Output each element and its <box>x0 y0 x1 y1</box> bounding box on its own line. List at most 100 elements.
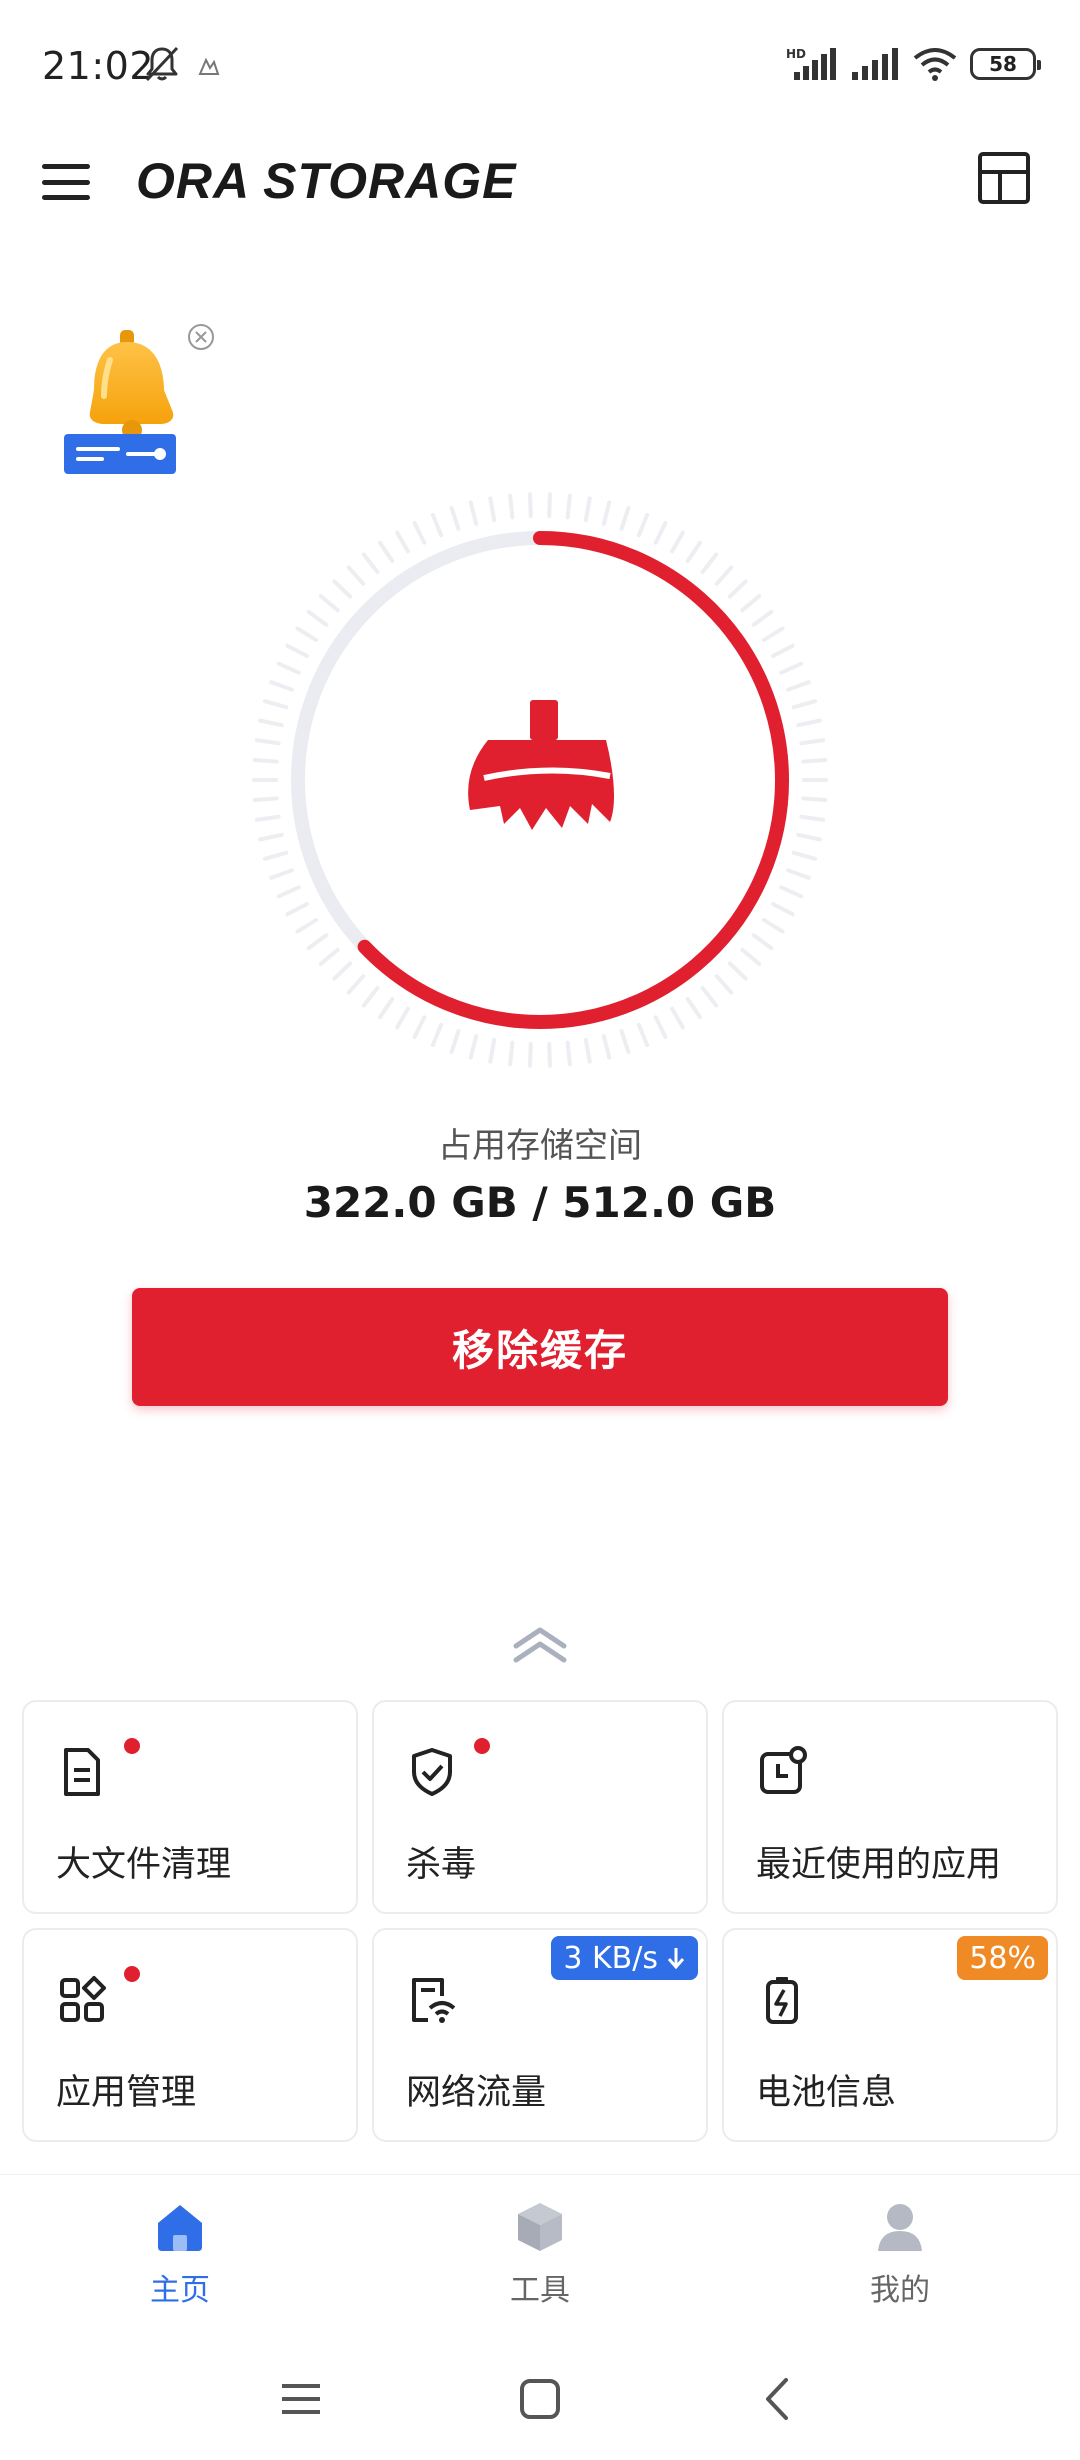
svg-text:HD: HD <box>786 47 806 61</box>
gauge-tick <box>346 565 366 586</box>
gauge-tick <box>528 1041 533 1068</box>
signal-icon <box>852 48 898 80</box>
gauge-tick <box>779 885 804 899</box>
tool-card-large-files[interactable]: 大文件清理 <box>22 1700 358 1914</box>
gauge-tick <box>254 738 281 746</box>
gauge-tick <box>318 594 340 613</box>
menu-icon-bar <box>42 179 90 185</box>
gauge-tick <box>430 512 444 538</box>
wifi-icon <box>913 48 957 81</box>
gauge-tick <box>254 814 281 822</box>
gauge-tick <box>488 496 497 523</box>
gauge-tick <box>714 565 734 586</box>
gauge-tick <box>252 758 279 764</box>
back-icon[interactable] <box>754 2374 804 2424</box>
gauge-tick <box>395 530 410 554</box>
gauge-tick <box>786 680 811 692</box>
gauge-tick <box>751 933 774 951</box>
gauge-tick <box>449 1029 461 1055</box>
gauge-tick <box>786 868 811 880</box>
tool-card-antivirus[interactable]: 杀毒 <box>372 1700 708 1914</box>
gauge-tick <box>799 738 826 746</box>
gauge-tick <box>263 699 289 710</box>
gauge-tick <box>346 974 366 995</box>
tool-label: 最近使用的应用 <box>756 1845 1002 1885</box>
speed-badge: 3 KB/s <box>551 1936 698 1980</box>
gauge-tick <box>700 986 719 1008</box>
status-time: 21:02 <box>42 44 155 88</box>
shield-check-icon <box>412 1748 452 1796</box>
gauge-tick <box>601 500 612 526</box>
gauge-tick <box>636 512 650 538</box>
tool-card-recent-apps[interactable]: 最近使用的应用 <box>722 1700 1058 1914</box>
profile-icon <box>878 2204 922 2251</box>
storage-gauge <box>252 492 828 1068</box>
nav-item-tools[interactable]: 工具 <box>360 2175 720 2324</box>
gauge-tick <box>761 626 785 643</box>
gauge-tick <box>740 947 762 966</box>
battery-charge-icon <box>766 1977 798 2024</box>
tool-card-app-management[interactable]: 应用管理 <box>22 1928 358 2142</box>
gauge-tick <box>583 496 592 523</box>
gauge-tick <box>801 758 828 764</box>
gauge-tick <box>332 579 353 599</box>
storage-label: 占用存储空间 <box>438 1126 642 1166</box>
home-icon <box>158 2205 202 2251</box>
gauge-tick <box>653 1015 668 1040</box>
tool-label: 大文件清理 <box>56 1845 232 1885</box>
gauge-tick <box>306 933 329 951</box>
gauge-tick <box>791 699 817 710</box>
gauge-tick <box>771 643 795 659</box>
gauge-tick <box>430 1022 444 1048</box>
bottom-nav: 主页 工具 我的 <box>0 2174 1080 2324</box>
notification-dot <box>124 1738 140 1754</box>
home-square-icon[interactable] <box>515 2374 565 2424</box>
gauge-tick <box>601 1034 612 1060</box>
muted-bell-icon <box>145 46 179 82</box>
storage-value: 322.0 GB / 512.0 GB <box>303 1178 777 1227</box>
status-bar: 21:02 HD 58 <box>0 0 1080 130</box>
menu-icon-bar <box>42 195 90 200</box>
menu-button[interactable] <box>40 156 92 208</box>
network-traffic-icon <box>412 1978 456 2023</box>
gauge-tick <box>318 947 340 966</box>
gauge-tick <box>508 1040 515 1067</box>
gauge-tick <box>285 901 309 917</box>
menu-icon-bar <box>42 164 90 169</box>
layout-icon[interactable] <box>976 150 1032 206</box>
gauge-tick <box>361 552 380 574</box>
gauge-tick <box>685 996 702 1020</box>
tool-label: 杀毒 <box>406 1845 477 1885</box>
nav-item-profile[interactable]: 我的 <box>720 2175 1080 2324</box>
gauge-tick <box>295 917 319 934</box>
gauge-tick <box>727 579 748 599</box>
gauge-tick <box>700 552 719 574</box>
arrow-down-icon <box>667 1948 685 1970</box>
recent-clock-icon <box>760 1746 807 1794</box>
recents-menu-icon[interactable] <box>276 2374 326 2424</box>
tools-box-icon <box>518 2203 562 2251</box>
tool-card-battery-info[interactable]: 58% 电池信息 <box>722 1928 1058 2142</box>
battery-badge-value: 58% <box>969 1940 1036 1976</box>
tool-card-network-traffic[interactable]: 3 KB/s 网络流量 <box>372 1928 708 2142</box>
app-notification-icon <box>198 57 220 75</box>
remove-cache-button[interactable]: 移除缓存 <box>132 1288 948 1406</box>
gauge-tick <box>263 850 289 861</box>
speed-value: 3 KB/s <box>563 1940 658 1976</box>
gauge-tick <box>412 520 427 545</box>
gauge-tick <box>395 1006 410 1030</box>
gauge-tick <box>252 796 279 802</box>
gauge-tick <box>619 505 631 531</box>
gauge-tick <box>636 1022 650 1048</box>
gauge-tick <box>653 520 668 545</box>
file-icon <box>64 1748 100 1796</box>
nav-label: 工具 <box>510 2273 570 2308</box>
gauge-tick <box>740 594 762 613</box>
close-icon[interactable] <box>186 322 216 352</box>
nav-item-home[interactable]: 主页 <box>0 2175 360 2324</box>
gauge-tick <box>276 885 301 899</box>
gauge-tick <box>378 996 395 1020</box>
gauge-tick <box>269 680 294 692</box>
double-chevron-up-icon[interactable] <box>510 1622 570 1666</box>
gauge-tick <box>714 974 734 995</box>
